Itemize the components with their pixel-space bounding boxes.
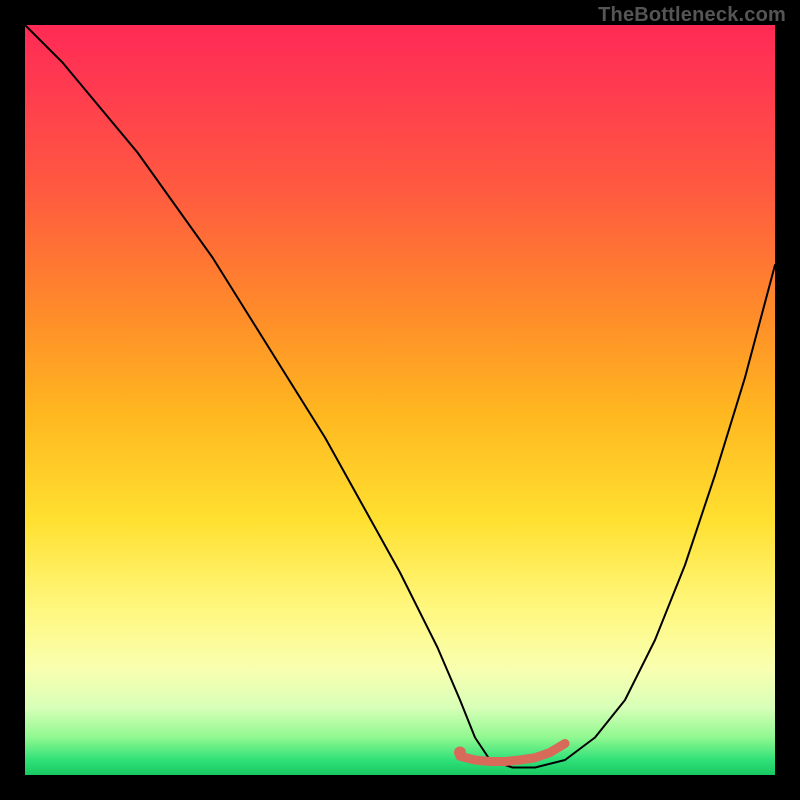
series-layer — [25, 25, 775, 768]
bottleneck-curve — [25, 25, 775, 768]
watermark-text: TheBottleneck.com — [598, 4, 786, 27]
highlight-start-dot — [454, 747, 466, 759]
marker-layer — [454, 747, 466, 759]
highlight-segment — [460, 744, 565, 762]
chart-svg — [25, 25, 775, 775]
chart-frame: TheBottleneck.com — [0, 0, 800, 800]
plot-area — [25, 25, 775, 775]
